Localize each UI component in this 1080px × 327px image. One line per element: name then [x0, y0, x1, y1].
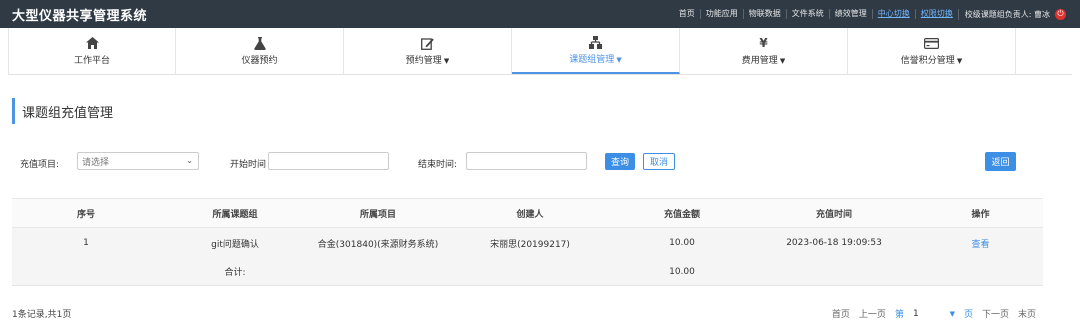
- page-suffix: 页: [963, 310, 973, 320]
- end-time-label: 结束时间:: [418, 160, 458, 170]
- project-label: 充值项目:: [20, 160, 60, 170]
- top-link-apps[interactable]: 功能应用: [699, 9, 743, 19]
- cell-group: git问题确认: [211, 239, 259, 250]
- col-index: 序号: [76, 209, 95, 220]
- nav-booking-management[interactable]: 预约管理 ▼: [344, 28, 512, 74]
- nav-fee-management[interactable]: ¥ 费用管理 ▼: [680, 28, 848, 74]
- sum-label: 合计:: [224, 268, 246, 278]
- col-group: 所属课题组: [212, 209, 258, 220]
- cell-amount: 10.00: [669, 238, 695, 248]
- nav-label: 信誉积分管理 ▼: [900, 56, 963, 66]
- top-link-switch-center[interactable]: 中心切换: [871, 9, 915, 19]
- col-time: 充值时间: [815, 209, 852, 220]
- start-time-label: 开始时间: [230, 160, 267, 170]
- nav-label: 课题组管理 ▼: [569, 55, 622, 65]
- cancel-button[interactable]: 取消: [643, 153, 675, 170]
- nav-label: 费用管理 ▼: [741, 56, 786, 66]
- home-icon: [85, 36, 99, 50]
- page-number: 1: [912, 308, 919, 319]
- first-page-link[interactable]: 首页: [832, 307, 850, 320]
- nav-credit-management[interactable]: 信誉积分管理 ▼: [848, 28, 1016, 74]
- col-amount: 充值金额: [663, 209, 700, 220]
- table-summary-row: 合计: 10.00: [12, 258, 1043, 286]
- top-link-iot[interactable]: 物联数据: [742, 9, 786, 19]
- nav-label: 预约管理 ▼: [405, 56, 450, 66]
- view-link[interactable]: 查看: [971, 240, 989, 250]
- record-summary: 1条记录,共1页: [12, 310, 72, 320]
- main-nav: 工作平台 仪器预约 预约管理 ▼ 课题组管理 ▼ ¥ 费用管理 ▼ 信誉积分管理 ▼: [8, 28, 1072, 75]
- table-header: 序号 所属课题组 所属项目 创建人 充值金额 充值时间 操作: [12, 198, 1043, 228]
- cell-creator: 宋丽思(20199217): [490, 239, 570, 250]
- edit-icon: [421, 36, 434, 50]
- page-select[interactable]: 1 ▼: [913, 309, 955, 319]
- page-title: 课题组充值管理: [12, 98, 113, 124]
- end-time-input[interactable]: [466, 152, 587, 170]
- top-bar: 大型仪器共享管理系统 首页 功能应用 物联数据 文件系统 绩效管理 中心切换 权…: [0, 0, 1080, 28]
- prev-page-link[interactable]: 上一页: [859, 307, 886, 320]
- current-user: 校级课题组负责人: 曹冰: [957, 8, 1050, 20]
- project-select-value: 请选择: [82, 157, 110, 168]
- flask-icon: [253, 36, 266, 50]
- nav-instrument-booking[interactable]: 仪器预约: [176, 28, 344, 74]
- sitemap-icon: [588, 35, 603, 49]
- project-select[interactable]: 请选择 ⌄: [77, 152, 199, 170]
- cell-index: 1: [83, 238, 89, 248]
- filter-bar: 充值项目: 请选择 ⌄ 开始时间 结束时间: 查询 取消 返回: [0, 152, 1080, 174]
- start-time-input[interactable]: [268, 152, 389, 170]
- nav-label: 工作平台: [73, 56, 110, 66]
- cell-project: 合金(301840)(来源财务系统): [317, 239, 439, 250]
- col-project: 所属项目: [359, 209, 396, 220]
- credit-card-icon: [924, 36, 939, 50]
- nav-workbench[interactable]: 工作平台: [8, 28, 176, 74]
- pager: 首页 上一页 第 1 ▼ 页 下一页 末页: [832, 307, 1036, 321]
- query-button[interactable]: 查询: [605, 153, 635, 170]
- table-row: 1 git问题确认 合金(301840)(来源财务系统) 宋丽思(2019921…: [12, 228, 1043, 258]
- top-link-files[interactable]: 文件系统: [785, 9, 829, 19]
- sum-amount: 10.00: [669, 266, 695, 277]
- top-link-switch-permission[interactable]: 权限切换: [914, 9, 958, 19]
- chevron-down-icon: ⌄: [186, 156, 193, 165]
- top-links: 首页 功能应用 物联数据 文件系统 绩效管理 中心切换 权限切换 校级课题组负责…: [674, 8, 1066, 20]
- next-page-link[interactable]: 下一页: [982, 307, 1009, 320]
- top-link-home[interactable]: 首页: [674, 9, 700, 19]
- cell-time: 2023-06-18 19:09:53: [786, 238, 882, 248]
- recharge-table: 序号 所属课题组 所属项目 创建人 充值金额 充值时间 操作 1 git问题确认…: [12, 198, 1043, 286]
- chevron-down-icon: ▼: [949, 309, 955, 318]
- col-action: 操作: [971, 209, 990, 220]
- back-button[interactable]: 返回: [985, 152, 1016, 171]
- last-page-link[interactable]: 末页: [1018, 307, 1036, 320]
- nav-group-management[interactable]: 课题组管理 ▼: [512, 28, 680, 74]
- col-creator: 创建人: [516, 209, 544, 220]
- power-icon[interactable]: ⏻: [1055, 8, 1066, 20]
- top-link-performance[interactable]: 绩效管理: [828, 9, 872, 19]
- yen-icon: ¥: [759, 36, 768, 50]
- page-prefix: 第: [894, 310, 904, 320]
- app-title: 大型仪器共享管理系统: [12, 8, 148, 24]
- pagination-bar: 1条记录,共1页 首页 上一页 第 1 ▼ 页 下一页 末页: [0, 306, 1080, 322]
- nav-label: 仪器预约: [241, 56, 278, 66]
